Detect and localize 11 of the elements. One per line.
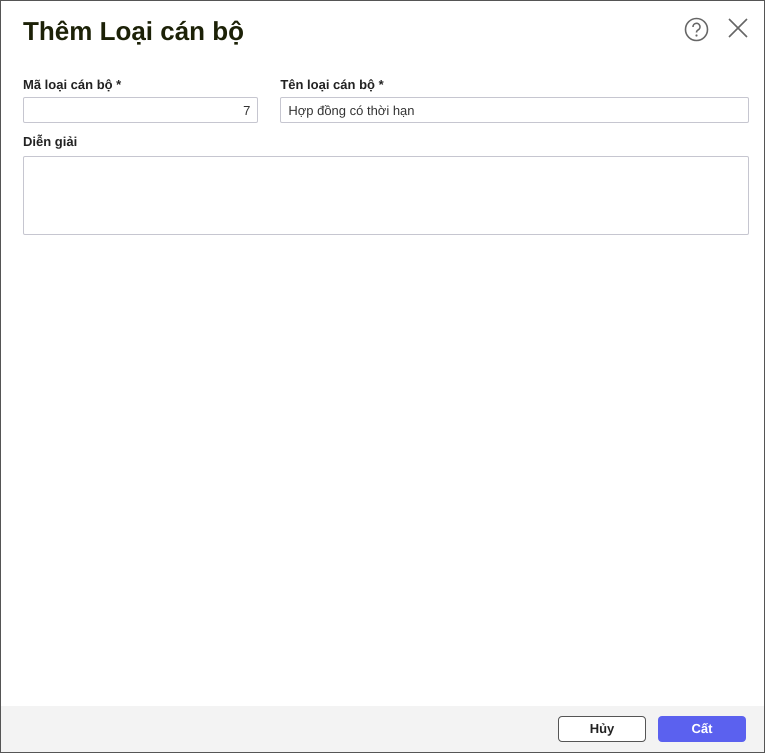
help-icon[interactable] (684, 17, 709, 42)
description-field[interactable] (23, 156, 749, 235)
field-label: Diễn giải (23, 134, 78, 150)
close-icon[interactable] (727, 17, 749, 39)
cancel-button[interactable]: Hủy (558, 716, 646, 742)
save-button[interactable]: Cất (658, 716, 746, 742)
dialog-title: Thêm Loại cán bộ (23, 15, 244, 47)
text-field[interactable]: 7 (23, 97, 258, 123)
field-label: Tên loại cán bộ * (280, 77, 385, 93)
field-label: Mã loại cán bộ * (23, 77, 122, 93)
text-field[interactable]: Hợp đồng có thời hạn (280, 97, 749, 123)
